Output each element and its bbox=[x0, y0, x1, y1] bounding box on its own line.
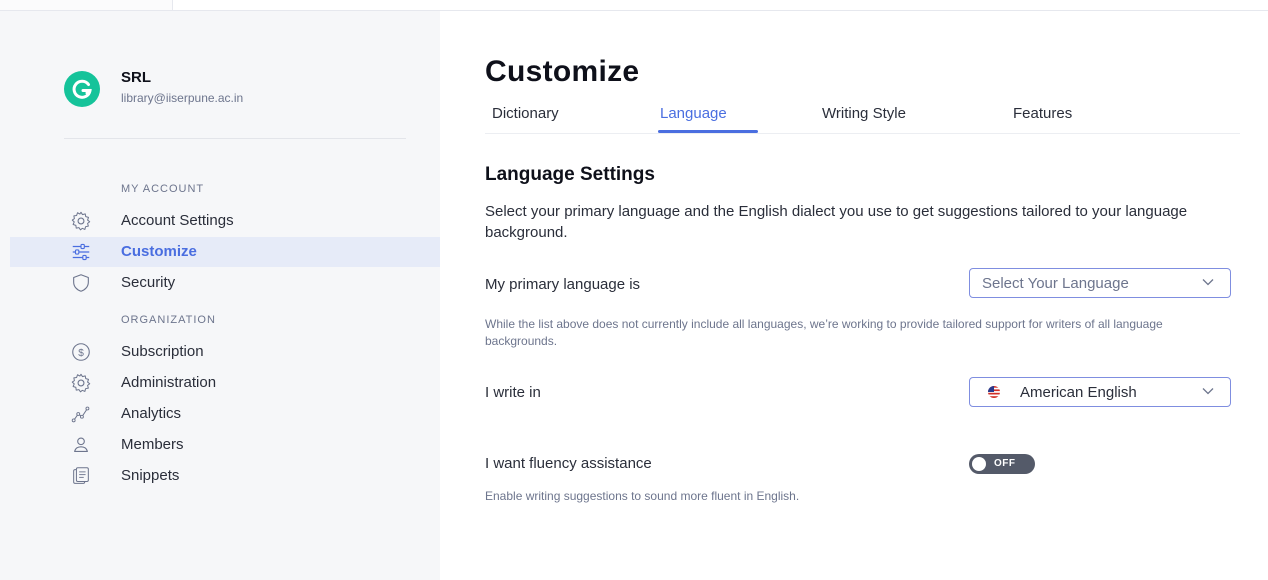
browser-top-strip bbox=[0, 0, 1268, 11]
fluency-hint: Enable writing suggestions to sound more… bbox=[485, 489, 800, 503]
sidebar-item-label: Analytics bbox=[121, 405, 182, 422]
dollar-icon: $ bbox=[72, 343, 90, 361]
sidebar-divider bbox=[64, 138, 406, 139]
section-title: Language Settings bbox=[485, 164, 655, 185]
toggle-knob bbox=[972, 457, 986, 471]
avatar bbox=[64, 71, 100, 107]
primary-language-hint: While the list above does not currently … bbox=[485, 317, 1163, 348]
section-label-organization: ORGANIZATION bbox=[121, 314, 216, 326]
tab-writing-style[interactable]: Writing Style bbox=[822, 105, 906, 130]
gear-icon bbox=[71, 211, 91, 231]
shield-icon bbox=[73, 274, 89, 292]
person-icon bbox=[74, 437, 88, 452]
grammarly-logo-icon bbox=[72, 79, 92, 99]
write-in-label: I write in bbox=[485, 384, 541, 401]
sidebar-item-label: Security bbox=[121, 274, 176, 291]
tab-bar: Dictionary Language Writing Style Featur… bbox=[485, 103, 1240, 134]
dialect-select[interactable]: American English bbox=[969, 377, 1231, 407]
sidebar-item-members[interactable]: Members bbox=[10, 430, 440, 460]
tab-dictionary[interactable]: Dictionary bbox=[492, 105, 559, 130]
svg-text:$: $ bbox=[78, 348, 84, 359]
sidebar-item-subscription[interactable]: $ Subscription bbox=[10, 337, 440, 367]
sidebar-item-customize[interactable]: Customize bbox=[10, 237, 440, 267]
sidebar-item-account-settings[interactable]: Account Settings bbox=[10, 206, 440, 236]
analytics-icon bbox=[71, 406, 90, 423]
tab-features[interactable]: Features bbox=[1013, 105, 1072, 130]
page-title: Customize bbox=[485, 55, 640, 88]
primary-language-label: My primary language is bbox=[485, 276, 641, 293]
sidebar-item-label: Members bbox=[121, 436, 184, 453]
sidebar-item-analytics[interactable]: Analytics bbox=[10, 399, 440, 429]
toggle-state-text: OFF bbox=[994, 458, 1016, 469]
sidebar-item-label: Subscription bbox=[121, 343, 204, 360]
sidebar-item-snippets[interactable]: Snippets bbox=[10, 461, 440, 491]
fluency-label: I want fluency assistance bbox=[485, 455, 652, 472]
primary-language-select[interactable]: Select Your Language bbox=[969, 268, 1231, 298]
tab-language[interactable]: Language bbox=[660, 105, 727, 130]
profile-name: SRL bbox=[121, 69, 151, 86]
sidebar-item-security[interactable]: Security bbox=[10, 268, 440, 298]
primary-language-placeholder: Select Your Language bbox=[982, 275, 1129, 292]
browser-tab-stub[interactable] bbox=[0, 0, 173, 10]
sidebar-item-label: Administration bbox=[121, 374, 217, 391]
sidebar-item-label: Customize bbox=[121, 243, 197, 260]
chevron-down-icon bbox=[1202, 279, 1214, 286]
sidebar-item-label: Snippets bbox=[121, 467, 180, 484]
active-tab-indicator bbox=[658, 130, 758, 133]
gear-icon bbox=[71, 373, 91, 393]
section-label-my-account: MY ACCOUNT bbox=[121, 183, 205, 195]
chevron-down-icon bbox=[1202, 388, 1214, 395]
section-description: Select your primary language and the Eng… bbox=[485, 203, 1188, 241]
sidebar: SRL library@iiserpune.ac.in MY ACCOUNT A… bbox=[0, 11, 440, 580]
snippets-icon bbox=[73, 467, 89, 484]
dialect-value: American English bbox=[1020, 384, 1137, 401]
us-flag-icon bbox=[988, 386, 1000, 398]
sidebar-item-label: Account Settings bbox=[121, 212, 234, 229]
sliders-icon bbox=[72, 243, 90, 261]
fluency-toggle[interactable]: OFF bbox=[969, 454, 1035, 474]
main-content: Customize Dictionary Language Writing St… bbox=[440, 11, 1268, 580]
profile-email: library@iiserpune.ac.in bbox=[121, 91, 244, 105]
sidebar-item-administration[interactable]: Administration bbox=[10, 368, 440, 398]
